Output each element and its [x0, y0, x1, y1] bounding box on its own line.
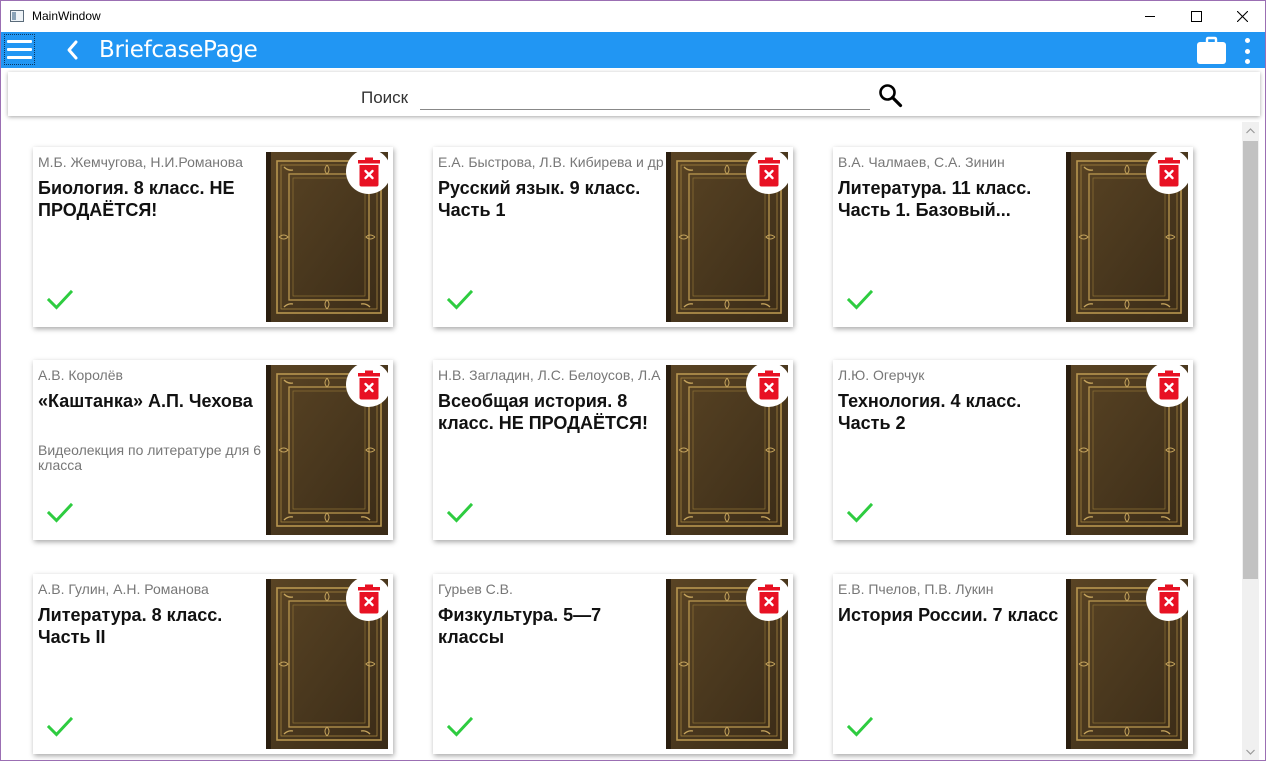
book-card[interactable]: Е.В. Пчелов, П.В. Лукин История России. 7… [833, 574, 1193, 754]
book-grid: М.Б. Жемчугова, Н.И.Романова Биология. 8 … [1, 122, 1241, 760]
delete-icon [757, 157, 780, 186]
check-icon [47, 289, 73, 310]
check-icon [447, 502, 473, 523]
delete-button[interactable] [346, 576, 391, 621]
search-icon[interactable] [878, 83, 903, 108]
vertical-scrollbar[interactable] [1242, 122, 1259, 760]
book-authors: Е.А. Быстрова, Л.В. Кибирева и др [438, 154, 664, 170]
book-authors: Гурьев С.В. [438, 581, 513, 597]
delete-icon [357, 584, 380, 613]
delete-button[interactable] [346, 149, 391, 194]
delete-icon [757, 584, 780, 613]
search-label: Поиск [361, 88, 409, 107]
book-title: Технология. 4 класс. Часть 2 [838, 391, 1022, 433]
hamburger-line [7, 56, 32, 59]
delete-icon [1157, 370, 1180, 399]
close-icon [1236, 11, 1248, 22]
close-button[interactable] [1219, 1, 1265, 32]
delete-button[interactable] [1146, 149, 1191, 194]
hamburger-line [7, 48, 32, 51]
more-dot [1244, 38, 1250, 43]
book-title: Русский язык. 9 класс. Часть 1 [438, 178, 641, 220]
delete-button[interactable] [1146, 576, 1191, 621]
back-button[interactable] [61, 37, 83, 63]
app-bar: BriefcasePage [1, 32, 1265, 68]
book-title: Физкультура. 5—7 классы [438, 605, 602, 647]
hamburger-line [7, 40, 32, 43]
search-bar: Поиск [8, 72, 1260, 116]
page-title: BriefcasePage [99, 37, 258, 63]
check-icon [847, 716, 873, 737]
book-title: «Каштанка» А.П. Чехова [38, 391, 253, 411]
minimize-button[interactable] [1127, 1, 1173, 32]
book-authors: М.Б. Жемчугова, Н.И.Романова [38, 154, 243, 170]
more-options-button[interactable] [1241, 38, 1253, 64]
check-icon [847, 502, 873, 523]
delete-button[interactable] [746, 576, 791, 621]
book-card[interactable]: М.Б. Жемчугова, Н.И.Романова Биология. 8 … [33, 147, 393, 327]
scroll-thumb[interactable] [1243, 141, 1258, 579]
book-card[interactable]: Гурьев С.В. Физкультура. 5—7 классы [433, 574, 793, 754]
check-icon [447, 289, 473, 310]
more-dot [1244, 48, 1250, 54]
book-authors: Е.В. Пчелов, П.В. Лукин [838, 581, 994, 597]
book-card[interactable]: А.В. Гулин, А.Н. Романова Литература. 8 к… [33, 574, 393, 754]
book-card[interactable]: В.А. Чалмаев, С.А. Зинин Литература. 11 к… [833, 147, 1193, 327]
book-card[interactable]: А.В. Королёв «Каштанка» А.П. Чехова Видеол… [33, 360, 393, 540]
menu-button[interactable] [4, 34, 35, 65]
delete-icon [1157, 157, 1180, 186]
delete-button[interactable] [746, 149, 791, 194]
book-title: История России. 7 класс [838, 605, 1059, 625]
book-authors: В.А. Чалмаев, С.А. Зинин [838, 154, 1005, 170]
book-title: Биология. 8 класс. НЕ ПРОДАЁТСЯ! [38, 178, 235, 220]
delete-icon [757, 370, 780, 399]
maximize-button[interactable] [1173, 1, 1219, 32]
book-authors: А.В. Королёв [38, 367, 123, 383]
delete-button[interactable] [1146, 362, 1191, 407]
check-icon [47, 716, 73, 737]
book-authors: Н.В. Загладин, Л.С. Белоусов, Л.А [438, 367, 661, 383]
check-icon [47, 502, 73, 523]
delete-button[interactable] [346, 362, 391, 407]
search-input[interactable] [420, 86, 870, 110]
book-authors: А.В. Гулин, А.Н. Романова [38, 581, 209, 597]
scroll-down-arrow[interactable] [1242, 743, 1259, 760]
app-icon [10, 10, 24, 22]
book-card[interactable]: Е.А. Быстрова, Л.В. Кибирева и др Русский… [433, 147, 793, 327]
delete-icon [1157, 584, 1180, 613]
window-title: MainWindow [32, 9, 101, 23]
book-title: Литература. 11 класс. Часть 1. Базовый..… [838, 178, 1032, 220]
window-titlebar: MainWindow [1, 1, 1265, 32]
check-icon [447, 716, 473, 737]
main-window: MainWindow BriefcasePage Поиск М.Б. Жемч… [0, 0, 1266, 761]
delete-icon [357, 370, 380, 399]
book-title: Всеобщая история. 8 класс. НЕ ПРОДАЁТСЯ! [438, 391, 648, 433]
book-subtitle: Видеолекция по литературе для 6 класса [38, 442, 262, 473]
book-title: Литература. 8 класс. Часть II [38, 605, 223, 647]
scroll-up-arrow[interactable] [1242, 122, 1259, 139]
briefcase-icon[interactable] [1196, 36, 1227, 65]
book-authors: Л.Ю. Огерчук [838, 367, 925, 383]
book-card[interactable]: Л.Ю. Огерчук Технология. 4 класс. Часть 2 [833, 360, 1193, 540]
more-dot [1244, 59, 1250, 64]
delete-icon [357, 157, 380, 186]
book-card[interactable]: Н.В. Загладин, Л.С. Белоусов, Л.А Всеобща… [433, 360, 793, 540]
check-icon [847, 289, 873, 310]
delete-button[interactable] [746, 362, 791, 407]
